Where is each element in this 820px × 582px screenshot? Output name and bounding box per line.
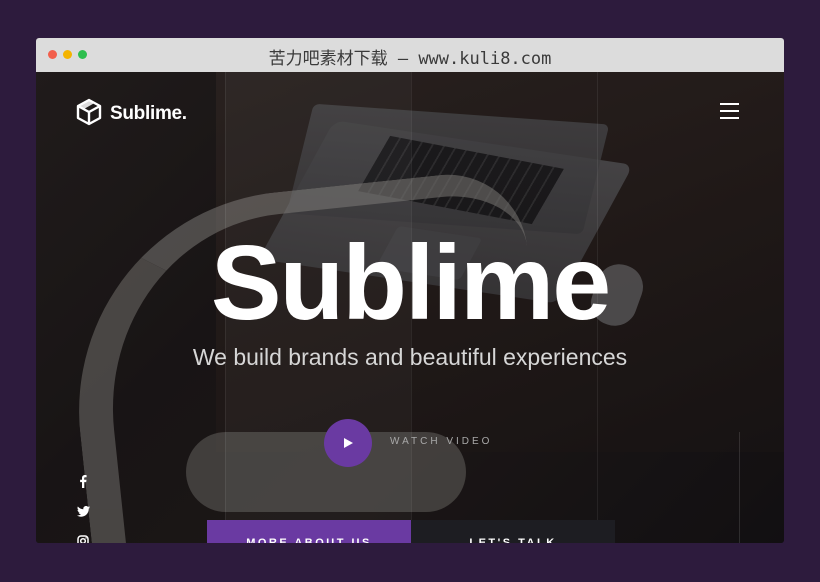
brand-name: Sublime. — [110, 103, 187, 124]
hero-section: Sublime. Sublime We build brands and bea… — [36, 72, 784, 543]
more-about-us-button[interactable]: MORE ABOUT US — [207, 520, 411, 543]
browser-title: 苦力吧素材下载 – www.kuli8.com — [268, 49, 552, 69]
cube-icon — [76, 98, 102, 130]
lets-talk-button[interactable]: LET'S TALK — [411, 520, 615, 543]
twitter-icon[interactable] — [76, 504, 90, 518]
play-icon — [342, 434, 354, 453]
grid-line — [739, 432, 740, 543]
watch-video-link[interactable]: WATCH VIDEO — [390, 436, 492, 447]
browser-titlebar: 苦力吧素材下载 – www.kuli8.com — [36, 38, 784, 72]
brand-logo[interactable]: Sublime. — [76, 98, 187, 130]
play-video-button[interactable] — [324, 419, 372, 467]
instagram-icon[interactable] — [76, 534, 90, 543]
hero-title: Sublime — [210, 224, 611, 342]
hero-subtitle: We build brands and beautiful experience… — [192, 344, 628, 370]
browser-window: 苦力吧素材下载 – www.kuli8.com Sublime. Sublime… — [36, 38, 784, 543]
facebook-icon[interactable] — [76, 474, 90, 488]
hamburger-icon[interactable] — [720, 103, 739, 119]
